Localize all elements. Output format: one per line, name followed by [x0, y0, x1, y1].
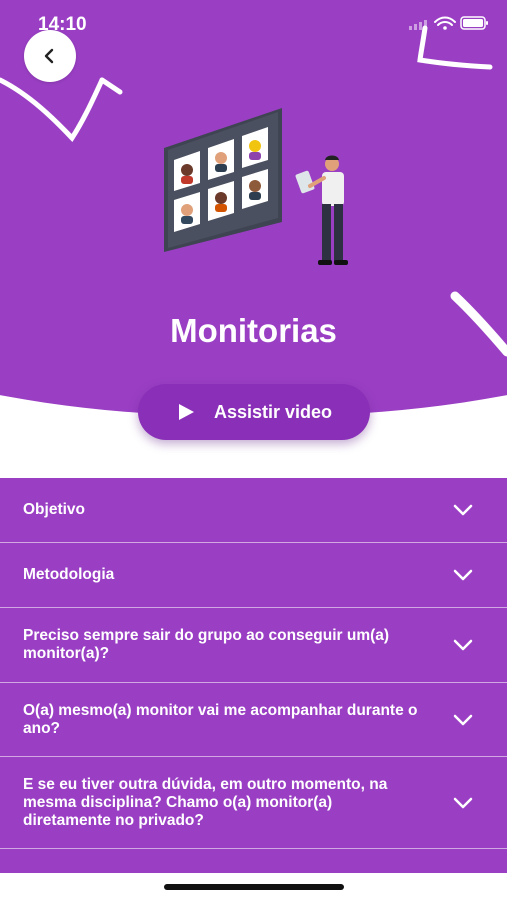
- home-indicator: [164, 884, 344, 890]
- faq-item-metodologia[interactable]: Metodologia: [0, 543, 507, 608]
- back-arrow-icon: [44, 48, 54, 64]
- battery-icon: [460, 16, 488, 30]
- monitoring-illustration: [164, 108, 348, 265]
- faq-item-outra-duvida[interactable]: E se eu tiver outra dúvida, em outro mom…: [0, 757, 507, 849]
- chevron-down-icon: [453, 714, 473, 725]
- signal-icon: [409, 20, 427, 30]
- watch-video-button[interactable]: Assistir video: [138, 384, 370, 440]
- hero-header: 14:10 Monitorias Assistir video: [0, 0, 507, 480]
- faq-item-mesmo-monitor[interactable]: O(a) mesmo(a) monitor vai me acompanhar …: [0, 683, 507, 757]
- faq-list: Objetivo Metodologia Preciso sempre sair…: [0, 478, 507, 873]
- play-icon: [178, 404, 194, 420]
- faq-item-sair-do-grupo[interactable]: Preciso sempre sair do grupo ao consegui…: [0, 608, 507, 683]
- faq-item-label: Objetivo: [23, 501, 86, 518]
- status-icons: [409, 16, 488, 30]
- faq-item-objetivo[interactable]: Objetivo: [0, 478, 507, 543]
- wifi-icon: [434, 16, 456, 30]
- faq-item-label: O(a) mesmo(a) monitor vai me acompanhar …: [23, 701, 418, 737]
- chevron-down-icon: [453, 569, 473, 581]
- faq-item-label: Metodologia: [23, 566, 115, 583]
- chevron-down-icon: [453, 639, 473, 651]
- page-title: Monitorias: [170, 312, 337, 349]
- watch-video-label: Assistir video: [213, 401, 333, 422]
- faq-item-label: Preciso sempre sair do grupo ao consegui…: [23, 627, 390, 662]
- chevron-down-icon: [453, 797, 473, 808]
- faq-item-label: E se eu tiver outra dúvida, em outro mom…: [23, 775, 388, 829]
- chevron-down-icon: [453, 504, 473, 516]
- back-button[interactable]: [24, 30, 76, 82]
